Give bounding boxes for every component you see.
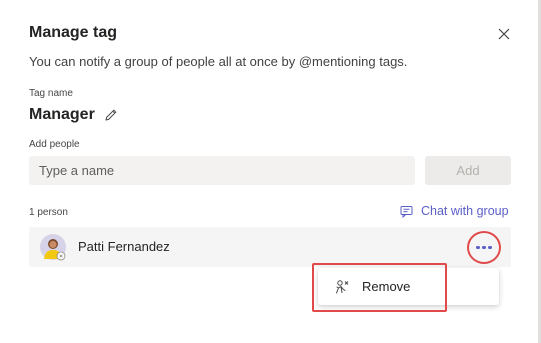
- more-options-icon: [476, 245, 492, 250]
- avatar: [39, 233, 67, 261]
- add-button[interactable]: Add: [425, 156, 511, 185]
- chat-with-group-label: Chat with group: [421, 204, 509, 218]
- pencil-icon: [105, 109, 117, 121]
- add-people-input[interactable]: [29, 156, 415, 185]
- tag-name: Manager: [29, 106, 95, 123]
- member-row[interactable]: Patti Fernandez: [29, 227, 511, 267]
- add-people-label: Add people: [29, 139, 80, 150]
- manage-tag-dialog: Manage tag You can notify a group of peo…: [0, 0, 541, 343]
- member-count: 1 person: [29, 207, 68, 218]
- dialog-subtitle: You can notify a group of people all at …: [29, 54, 408, 69]
- more-options-button[interactable]: [467, 231, 501, 264]
- chat-icon: [400, 205, 413, 218]
- dialog-title: Manage tag: [29, 24, 118, 41]
- member-context-menu: Remove: [318, 268, 499, 305]
- close-icon: [498, 28, 510, 40]
- remove-label: Remove: [362, 279, 411, 294]
- tag-name-row: Manager: [29, 106, 119, 124]
- tag-name-label: Tag name: [29, 88, 73, 99]
- close-button[interactable]: [493, 23, 515, 45]
- remove-menu-item[interactable]: Remove: [318, 268, 499, 305]
- edit-tag-name-button[interactable]: [103, 107, 119, 123]
- member-name: Patti Fernandez: [78, 239, 170, 254]
- chat-with-group-link[interactable]: Chat with group: [400, 204, 509, 218]
- remove-person-icon: [334, 279, 350, 295]
